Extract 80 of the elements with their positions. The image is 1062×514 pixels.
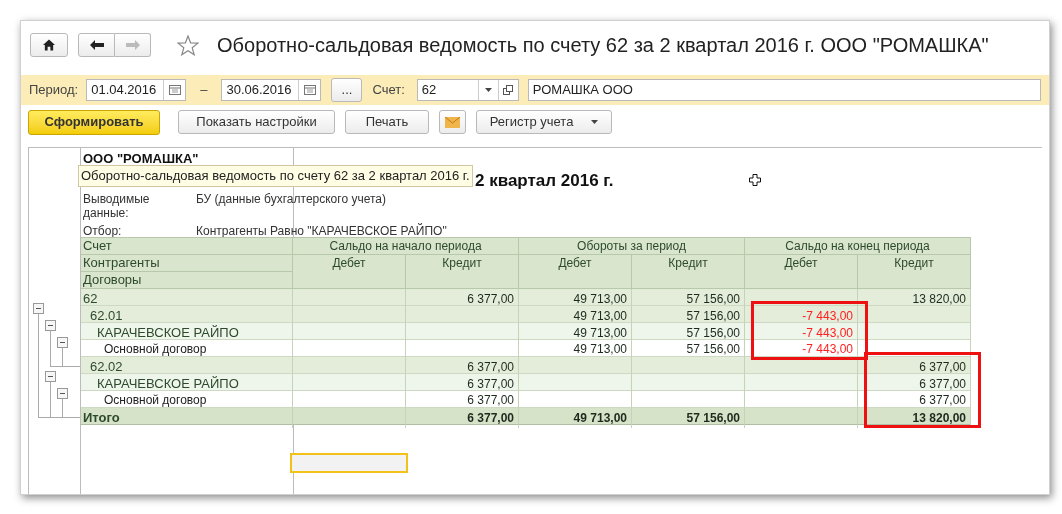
amount-cell-text: 6 377,00 (467, 375, 514, 393)
amount-cell-text: 57 156,00 (686, 324, 740, 342)
command-button[interactable]: Печать (345, 110, 429, 134)
column-header: Дебет (332, 256, 366, 270)
account-cell-text: 62 (83, 290, 98, 308)
column-header: Кредит (894, 256, 934, 270)
amount-cell-text: 57 156,00 (686, 307, 740, 325)
date-from-field[interactable]: 01.04.2016 (86, 79, 187, 101)
amount-cell-text: 6 377,00 (467, 392, 514, 409)
envelope-icon (445, 116, 460, 128)
amount-cell-text: 49 713,00 (573, 409, 627, 427)
info-value: БУ (данные бухгалтерского учета) (196, 192, 386, 208)
period-choice-button[interactable]: ... (331, 78, 363, 102)
generate-button[interactable]: Сформировать (28, 109, 160, 135)
column-group-header: Сальдо на начало периода (329, 239, 482, 253)
column-header: Кредит (442, 256, 482, 270)
amount-cell-text: -7 443,00 (802, 341, 853, 358)
amount-cell-text: 6 377,00 (919, 375, 966, 393)
info-label: Выводимые данные: (83, 192, 151, 220)
amount-cell-text: 13 820,00 (912, 290, 966, 308)
tooltip: Оборотно-сальдовая ведомость по счету 62 за 2 квартал 2016 г. (78, 165, 473, 187)
dropdown-caret-icon[interactable] (484, 88, 492, 92)
column-header: Контрагенты (83, 255, 160, 270)
amount-cell-text: 49 713,00 (573, 341, 627, 358)
account-cell-text: 62.02 (90, 358, 123, 376)
column-header: Дебет (784, 256, 818, 270)
period-label: Период: (29, 81, 79, 100)
account-label: Счет: (372, 81, 405, 100)
column-header: Кредит (668, 256, 708, 270)
home-button[interactable] (30, 33, 68, 57)
column-header: Договоры (83, 272, 142, 287)
selected-cell[interactable] (290, 453, 408, 473)
amount-cell-text: 6 377,00 (467, 290, 514, 308)
account-cell-text: Основной договор (104, 341, 207, 358)
dash-text: – (199, 81, 209, 100)
collapse-icon[interactable] (45, 320, 56, 331)
caret-icon (591, 120, 599, 124)
amount-cell-text: 57 156,00 (686, 341, 740, 358)
amount-cell-text: 6 377,00 (919, 392, 966, 409)
move-cursor-icon (749, 174, 761, 186)
amount-cell-text: 49 713,00 (573, 290, 627, 308)
account-cell-text: Основной договор (104, 392, 207, 409)
total-label: Итого (83, 409, 120, 427)
register-menu-button[interactable]: Регистр учета (476, 110, 612, 134)
amount-cell-text: -7 443,00 (802, 324, 853, 342)
calendar-icon[interactable] (303, 85, 316, 95)
report-title: 2 квартал 2016 г. (475, 170, 614, 192)
window-title: Оборотно-сальдовая ведомость по счету 62 за 2 квартал 2016 г. ООО "РОМАШКА" (217, 33, 989, 58)
amount-cell-text: 13 820,00 (912, 409, 966, 427)
collapse-icon[interactable] (33, 303, 44, 314)
info-label: Отбор: (83, 224, 123, 238)
back-button[interactable] (78, 33, 115, 57)
account-cell-text: КАРАЧЕВСКОЕ РАЙПО (97, 324, 239, 342)
amount-cell-text: 57 156,00 (686, 409, 740, 427)
home-icon (43, 39, 55, 51)
calendar-icon[interactable] (168, 85, 181, 95)
amount-cell-text: -7 443,00 (802, 307, 853, 325)
amount-cell-text: 57 156,00 (686, 290, 740, 308)
collapse-icon[interactable] (45, 371, 56, 382)
column-header: Счет (83, 238, 112, 253)
amount-cell-text: 49 713,00 (573, 307, 627, 325)
company-name: ООО "РОМАШКА" (83, 150, 200, 166)
column-group-header: Сальдо на конец периода (785, 239, 930, 253)
star-icon[interactable] (177, 34, 199, 56)
command-button[interactable]: Показать настройки (178, 110, 335, 134)
account-field[interactable]: 62 (416, 79, 519, 101)
amount-cell-text: 6 377,00 (919, 358, 966, 376)
account-cell-text: КАРАЧЕВСКОЕ РАЙПО (97, 375, 239, 393)
date-to-field[interactable]: 30.06.2016 (221, 79, 322, 101)
collapse-icon[interactable] (57, 337, 68, 348)
collapse-icon[interactable] (57, 388, 68, 399)
info-value: Контрагенты Равно "КАРАЧЕВСКОЕ РАЙПО" (196, 224, 447, 238)
amount-cell-text: 49 713,00 (573, 324, 627, 342)
amount-cell-text: 6 377,00 (467, 409, 514, 427)
account-cell-text: 62.01 (90, 307, 123, 325)
column-group-header: Обороты за период (577, 239, 686, 253)
open-icon[interactable] (503, 85, 514, 95)
organization-field[interactable]: РОМАШКА ООО (527, 79, 1041, 101)
column-header: Дебет (558, 256, 592, 270)
amount-cell-text: 6 377,00 (467, 358, 514, 376)
